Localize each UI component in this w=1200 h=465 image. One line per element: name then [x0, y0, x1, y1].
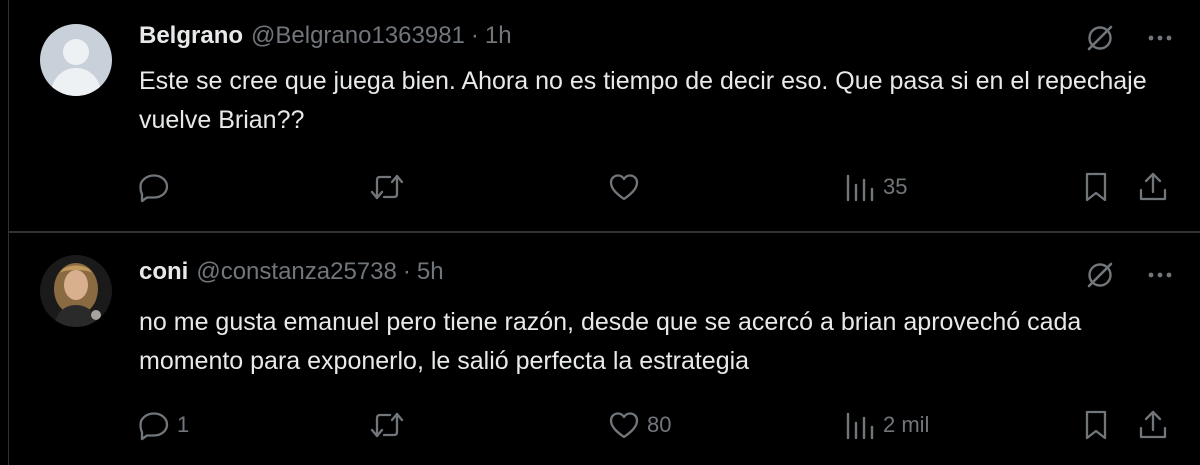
share-button[interactable]: [1137, 167, 1169, 207]
user-handle[interactable]: @Belgrano1363981: [251, 22, 465, 50]
grok-button[interactable]: [1083, 21, 1117, 55]
repost-button[interactable]: [369, 167, 411, 207]
bookmark-button[interactable]: [1081, 167, 1111, 207]
more-icon: [1148, 272, 1172, 278]
views-icon: [846, 412, 874, 440]
display-name[interactable]: Belgrano: [139, 22, 243, 50]
like-button[interactable]: [607, 167, 647, 207]
bookmark-button[interactable]: [1081, 405, 1111, 445]
like-count: 80: [647, 412, 672, 437]
reply-count: 1: [177, 412, 190, 437]
share-button[interactable]: [1137, 405, 1169, 445]
grok-icon: [1087, 25, 1113, 51]
tweet[interactable]: coni @constanza25738 · 5h no me gusta em…: [9, 233, 1200, 465]
timeline: Belgrano @Belgrano1363981 · 1h Este se c…: [8, 0, 1200, 465]
views-button[interactable]: 35: [843, 167, 907, 207]
repost-button[interactable]: [369, 405, 411, 445]
avatar[interactable]: [40, 24, 112, 96]
grok-button[interactable]: [1083, 258, 1117, 292]
share-icon: [1139, 410, 1167, 439]
bookmark-icon: [1085, 410, 1107, 440]
bookmark-icon: [1085, 172, 1107, 202]
tweet-header: Belgrano @Belgrano1363981 · 1h: [139, 19, 512, 53]
tweet[interactable]: Belgrano @Belgrano1363981 · 1h Este se c…: [9, 0, 1200, 232]
timestamp[interactable]: 5h: [417, 258, 444, 286]
like-button[interactable]: 80: [607, 405, 671, 445]
grok-icon: [1087, 262, 1113, 288]
repost-icon: [370, 174, 404, 200]
like-icon: [609, 174, 639, 201]
action-bar: 1 80 2 mil: [9, 405, 1200, 445]
reply-icon: [139, 412, 169, 441]
like-icon: [609, 412, 639, 439]
reply-icon: [139, 174, 169, 203]
action-bar: 35: [9, 167, 1200, 207]
repost-icon: [370, 412, 404, 438]
reply-button[interactable]: 1: [137, 405, 189, 445]
share-icon: [1139, 172, 1167, 201]
tweet-header: coni @constanza25738 · 5h: [139, 255, 444, 289]
timestamp[interactable]: 1h: [485, 22, 512, 50]
views-count: 2 mil: [883, 412, 930, 437]
views-icon: [846, 174, 874, 202]
views-count: 35: [883, 174, 908, 199]
more-button[interactable]: [1143, 21, 1177, 55]
separator-dot: ·: [470, 22, 479, 49]
user-handle[interactable]: @constanza25738: [196, 258, 397, 286]
separator-dot: ·: [402, 258, 411, 285]
avatar[interactable]: [40, 255, 112, 327]
views-button[interactable]: 2 mil: [843, 405, 929, 445]
more-button[interactable]: [1143, 258, 1177, 292]
display-name[interactable]: coni: [139, 258, 188, 286]
tweet-text: no me gusta emanuel pero tiene razón, de…: [139, 308, 1082, 375]
more-icon: [1148, 35, 1172, 41]
reply-button[interactable]: [137, 167, 177, 207]
tweet-text: Este se cree que juega bien. Ahora no es…: [139, 67, 1147, 134]
